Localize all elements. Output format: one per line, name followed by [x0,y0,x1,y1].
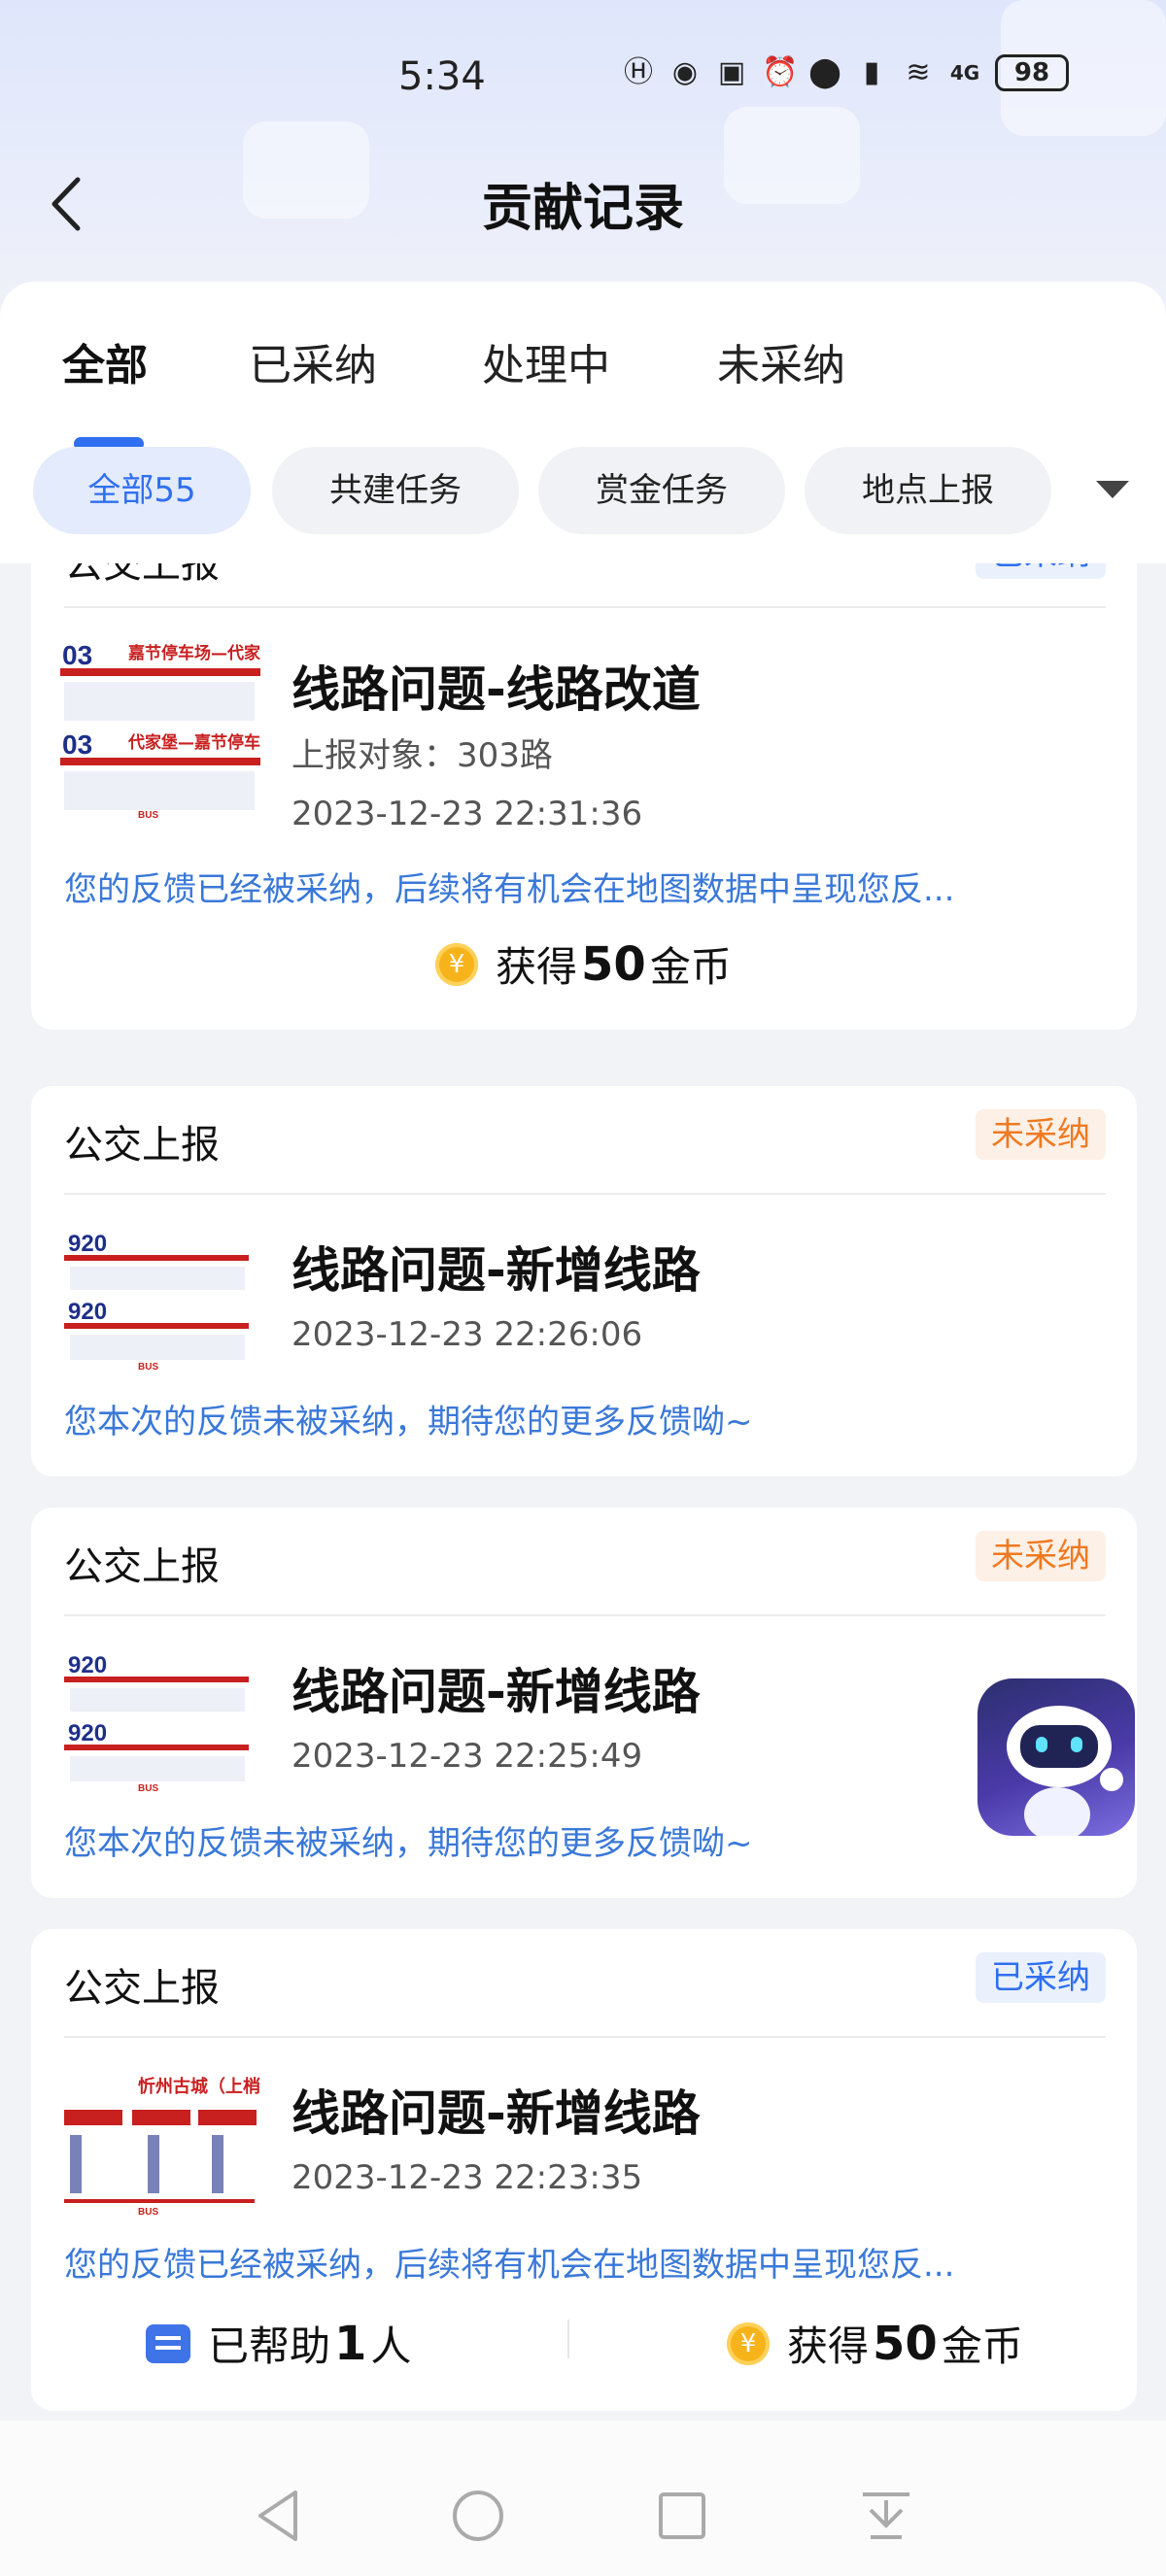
feedback-note: 您本次的反馈未被采纳，期待您的更多反馈呦~ [64,1403,753,1441]
chevron-down-icon[interactable] [1096,481,1129,498]
report-target: 上报对象：303路 [292,736,553,775]
feedback-note: 您本次的反馈未被采纳，期待您的更多反馈呦~ [64,1824,753,1863]
status-badge: 已采纳 [976,1952,1106,2003]
card-type: 公交上报 [64,563,220,587]
location-icon: ⬤ [808,55,841,89]
svg-text:BUS: BUS [138,1783,158,1794]
help-icon [146,2323,190,2363]
svg-text:代家堡—嘉节停车: 代家堡—嘉节停车 [127,732,260,753]
record-card[interactable]: 公交上报 未采纳 920 920 BUS 线路问题-新增线路 2023-12-2… [31,1086,1137,1476]
tab-adopted[interactable]: 已采纳 [249,330,377,392]
issue-title: 线路问题-新增线路 [292,1242,701,1299]
alarm-icon: ⏰ [762,55,799,89]
status-icons: Ⓗ ◉ ▣ ⏰ ⬤ ▮ ≋ 4G 98 [622,54,1069,91]
svg-text:03: 03 [62,640,92,670]
nav-notification-button[interactable] [857,2487,915,2545]
svg-text:920: 920 [68,1720,107,1746]
bus-sign-image: 03 嘉节停车场—代家 03 代家堡—嘉节停车 BUS [60,639,260,820]
feedback-note: 您的反馈已经被采纳，后续将有机会在地图数据中呈现您反... [64,870,955,909]
nav-recents-button[interactable] [653,2487,711,2545]
assistant-robot-icon [1007,1706,1123,1836]
report-time: 2023-12-23 22:25:49 [292,1737,643,1776]
wifi-icon: ≋ [906,55,931,89]
issue-title: 线路问题-新增线路 [292,1664,701,1720]
nav-back-button[interactable] [251,2487,309,2545]
coin-icon: ¥ [435,942,478,986]
nav-home-icon [453,2491,503,2541]
nfc-icon: ▣ [717,55,746,89]
signal-icon: 4G [949,61,980,85]
report-time: 2023-12-23 22:31:36 [292,795,643,833]
svg-text:920: 920 [68,1231,107,1257]
status-tabs: 全部 已采纳 处理中 未采纳 [0,330,1166,451]
tab-all[interactable]: 全部 [62,330,148,392]
chip-bounty[interactable]: 赏金任务 [538,447,785,534]
mic-icon: ▮ [863,55,880,89]
tab-processing[interactable]: 处理中 [482,330,610,392]
bus-sign-image: 920 920 BUS [64,1231,249,1373]
nav-home-button[interactable] [449,2487,507,2545]
bus-sign-image: 忻州古城（上梢 BUS [64,2076,260,2217]
bus-sign-image: 920 920 BUS [64,1652,249,1794]
card-divider [64,1614,1106,1616]
chip-co-build[interactable]: 共建任务 [272,447,519,534]
coin-reward: ¥ 获得 50 金币 [435,934,732,994]
svg-text:BUS: BUS [138,1362,158,1373]
status-badge: 已采纳 [976,563,1106,579]
feedback-note: 您的反馈已经被采纳，后续将有机会在地图数据中呈现您反... [64,2246,955,2285]
svg-text:嘉节停车场—代家: 嘉节停车场—代家 [127,643,260,663]
card-divider [64,1193,1106,1195]
nav-recents-icon [659,2492,705,2539]
route-thumbnail: 03 嘉节停车场—代家 03 代家堡—嘉节停车 BUS [60,639,260,820]
svg-text:忻州古城（上梢: 忻州古城（上梢 [138,2076,260,2097]
coin-reward: ¥ 获得 50 金币 [727,2314,1023,2373]
eye-icon: ◉ [671,55,699,89]
status-badge: 未采纳 [976,1109,1106,1160]
record-card[interactable]: 公交上报 已采纳 忻州古城（上梢 BUS 线路问题-新增线路 2023-12-2… [31,1929,1137,2411]
route-thumbnail: 忻州古城（上梢 BUS [60,2071,260,2217]
filter-chips: 全部55 共建任务 赏金任务 地点上报 [33,447,1166,536]
card-divider [64,2036,1106,2038]
card-type: 公交上报 [64,1123,220,1168]
svg-text:920: 920 [68,1299,107,1325]
coin-icon: ¥ [727,2322,770,2365]
nav-notification-icon [863,2492,909,2539]
status-badge: 未采纳 [976,1531,1106,1581]
issue-title: 线路问题-新增线路 [292,2085,701,2142]
tab-rejected[interactable]: 未采纳 [717,330,845,392]
hd-icon: Ⓗ [624,55,653,89]
card-type: 公交上报 [64,1544,220,1589]
report-time: 2023-12-23 22:26:06 [292,1315,643,1354]
card-type: 公交上报 [64,1966,220,2011]
reward-separator [567,2320,569,2358]
nav-back-icon [258,2491,297,2541]
card-divider [64,606,1106,608]
route-thumbnail: 920 920 BUS [60,1649,260,1795]
status-bar: 5:34 Ⓗ ◉ ▣ ⏰ ⬤ ▮ ≋ 4G 98 [0,0,1166,155]
system-nav-bar [0,2421,1166,2576]
filter-panel: 全部 已采纳 处理中 未采纳 全部55 共建任务 赏金任务 地点上报 [0,282,1166,563]
record-card[interactable]: 公交上报 已采纳 03 嘉节停车场—代家 03 代家堡—嘉节停车 BUS 线路问… [31,563,1137,1030]
page-title: 贡献记录 [481,180,684,238]
assistant-robot-button[interactable] [977,1678,1135,1836]
helped-count: 已帮助 1 人 [146,2314,411,2373]
issue-title: 线路问题-线路改道 [292,661,701,718]
status-time: 5:34 [398,54,486,99]
record-card[interactable]: 公交上报 未采纳 920 920 BUS 线路问题-新增线路 2023-12-2… [31,1508,1137,1898]
chip-place-report[interactable]: 地点上报 [805,447,1051,534]
battery-indicator: 98 [995,54,1069,91]
svg-text:03: 03 [62,729,92,760]
svg-text:BUS: BUS [138,810,158,820]
record-list[interactable]: 公交上报 已采纳 03 嘉节停车场—代家 03 代家堡—嘉节停车 BUS 线路问… [0,563,1166,2421]
chip-all[interactable]: 全部55 [33,447,251,534]
svg-text:BUS: BUS [138,2207,158,2217]
svg-text:920: 920 [68,1652,107,1678]
route-thumbnail: 920 920 BUS [60,1228,260,1373]
report-time: 2023-12-23 22:23:35 [292,2158,643,2197]
